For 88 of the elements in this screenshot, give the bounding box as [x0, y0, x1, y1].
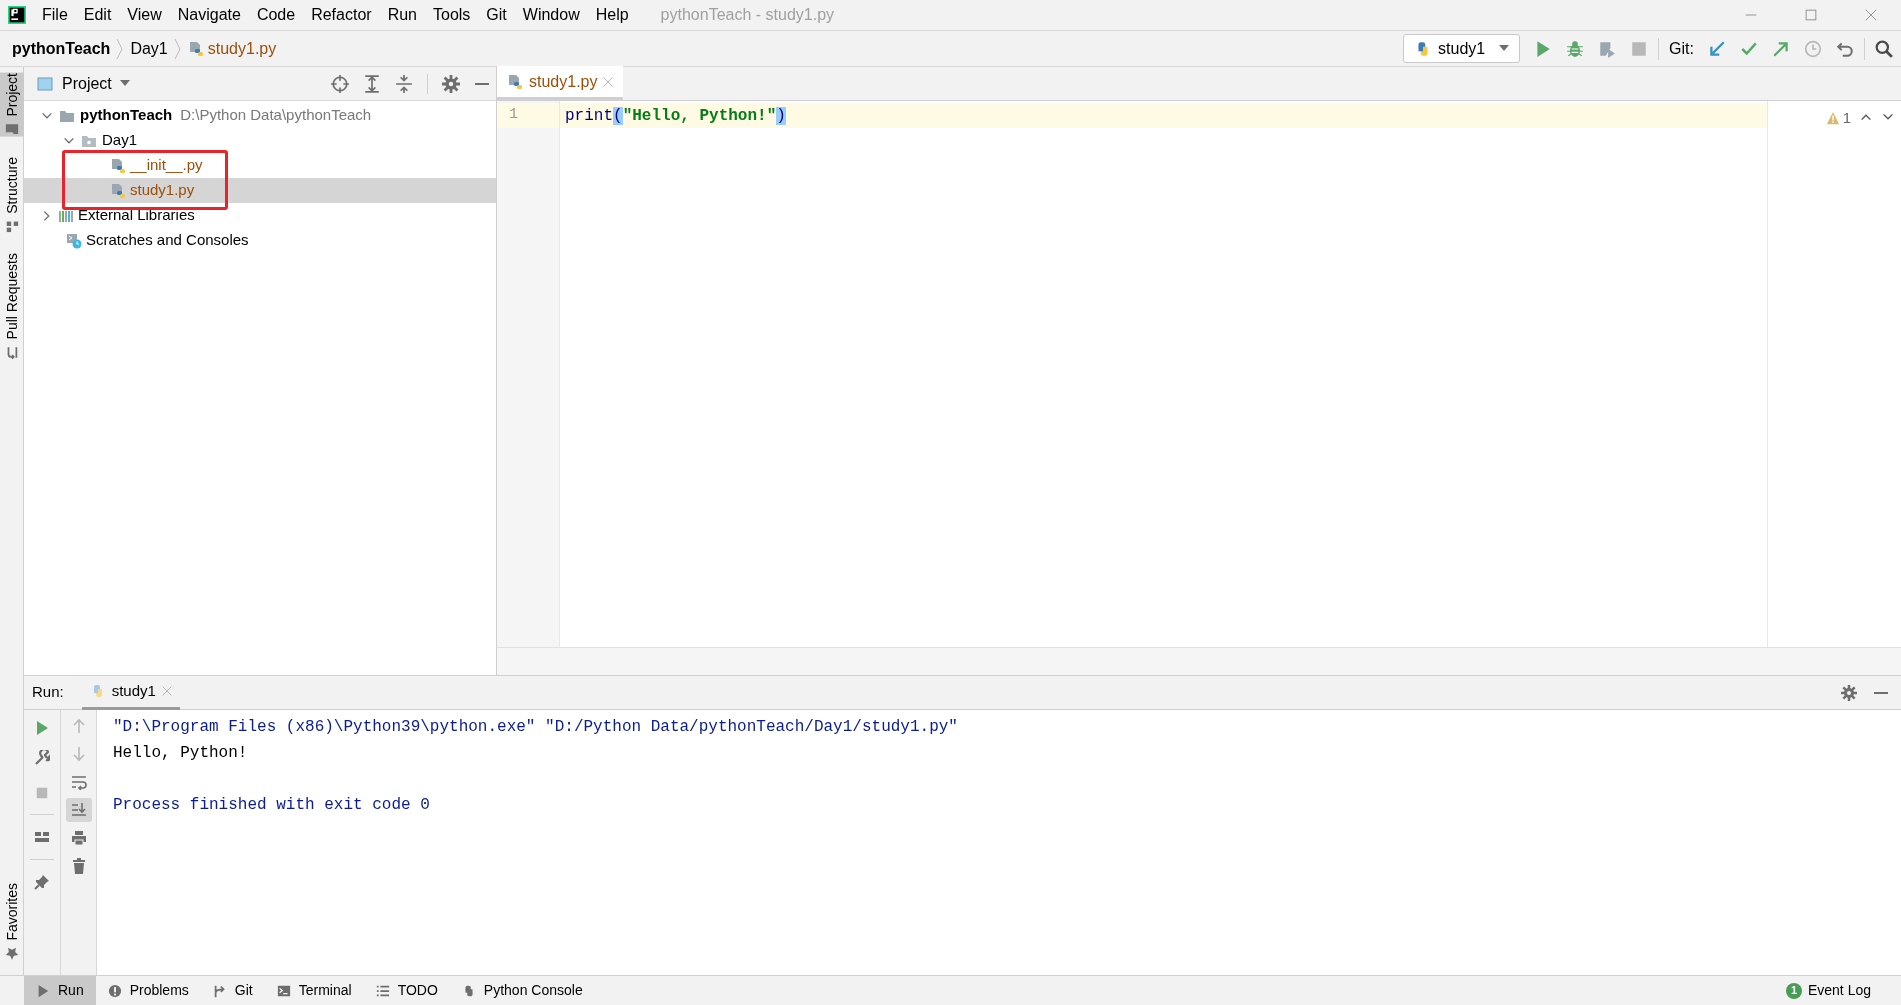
collapse-all-icon[interactable] — [395, 74, 413, 93]
scroll-to-end-icon — [70, 802, 87, 818]
event-log-button[interactable]: 1 Event Log — [1785, 980, 1871, 1001]
tree-row[interactable]: __init__.py — [24, 153, 496, 178]
tool-window-tab[interactable]: Terminal — [264, 975, 364, 1005]
play-icon — [36, 983, 50, 998]
git-label: Git: — [1669, 38, 1694, 59]
menu-item[interactable]: Help — [587, 3, 637, 27]
tool-window-tab[interactable]: Problems — [95, 975, 201, 1005]
settings-icon[interactable] — [442, 74, 460, 93]
close-icon — [1865, 9, 1877, 21]
menu-item[interactable]: Code — [248, 3, 304, 27]
project-path: D:\Python Data\pythonTeach — [180, 105, 372, 126]
tree-row[interactable]: Scratches and Consoles — [24, 228, 496, 253]
warning-count[interactable]: 1 — [1825, 107, 1851, 130]
menu-item[interactable]: Run — [379, 3, 425, 27]
python-file-icon — [187, 40, 204, 57]
menu-item[interactable]: Edit — [75, 3, 120, 27]
warning-icon — [1825, 111, 1840, 126]
editor-tab[interactable]: study1.py — [497, 66, 624, 100]
tree-row[interactable]: Day1 — [24, 128, 496, 153]
console-line: "D:\Program Files (x86)\Python39\python.exe" "D:/Python Data/pythonTeach/Day1/study1.py" — [113, 717, 958, 738]
exclamation-icon — [107, 983, 122, 998]
list-icon — [375, 983, 390, 998]
maximize-icon — [1805, 9, 1817, 21]
structure-icon — [5, 219, 19, 234]
tool-window-tab[interactable]: Pull Requests — [0, 253, 24, 360]
caret-icon — [1499, 44, 1510, 53]
scratches-icon — [66, 232, 82, 249]
project-view-dropdown[interactable]: Project — [36, 71, 130, 96]
tree-row[interactable]: pythonTeach D:\Python Data\pythonTeach — [24, 103, 496, 128]
arrow-down-left-icon[interactable] — [1708, 39, 1726, 58]
close-icon — [161, 686, 172, 696]
terminal-icon — [276, 983, 291, 998]
menu-item[interactable]: Refactor — [303, 3, 380, 27]
run-icon[interactable] — [34, 720, 50, 736]
menu-item[interactable]: View — [119, 3, 170, 27]
python-file-icon — [507, 73, 523, 90]
panel-icon — [36, 75, 54, 92]
soft-wrap-icon[interactable] — [69, 774, 88, 790]
tool-window-tab[interactable]: TODO — [363, 975, 450, 1005]
menu-item[interactable]: File — [34, 3, 76, 27]
breadcrumb-item[interactable]: Day1 — [130, 36, 168, 61]
close-icon — [603, 76, 614, 87]
pull-request-icon — [5, 345, 19, 360]
breadcrumb-item[interactable]: study1.py — [187, 36, 277, 61]
code-line: print("Hello, Python!") — [565, 105, 786, 127]
search-icon[interactable] — [1875, 39, 1893, 58]
tree-row[interactable]: study1.py — [24, 178, 496, 203]
line-number: 1 — [509, 105, 518, 126]
bug-icon[interactable] — [1566, 39, 1585, 58]
menu-item[interactable]: Navigate — [169, 3, 249, 27]
tool-window-tab[interactable]: Favorites — [0, 883, 24, 961]
tool-window-tab[interactable]: Project — [0, 73, 24, 137]
expand-all-icon[interactable] — [363, 74, 381, 93]
scroll-to-end-button[interactable] — [65, 798, 92, 822]
run-label: Run: — [32, 682, 64, 703]
crosshair-icon[interactable] — [331, 74, 349, 93]
layout-icon[interactable] — [34, 829, 50, 845]
tool-window-tab[interactable]: Run — [24, 975, 96, 1005]
star-icon — [5, 947, 19, 961]
breadcrumb-item[interactable]: pythonTeach — [12, 36, 111, 61]
arrow-up-right-icon[interactable] — [1772, 39, 1790, 58]
printer-icon[interactable] — [70, 830, 87, 846]
menu-item[interactable]: Tools — [425, 3, 479, 27]
chevron-icon — [173, 37, 182, 60]
folder-icon — [5, 122, 19, 137]
menu-item[interactable]: Git — [478, 3, 515, 27]
window-title: pythonTeach - study1.py — [660, 5, 835, 25]
tool-window-tab[interactable]: Git — [200, 975, 265, 1005]
python-file-icon — [110, 182, 126, 199]
tree-row[interactable]: External Libraries — [24, 203, 496, 228]
settings-icon[interactable] — [1841, 684, 1857, 701]
menu-item[interactable]: Window — [514, 3, 588, 27]
chevron-icon — [116, 37, 125, 60]
console-line: Hello, Python! — [113, 743, 248, 764]
pin-icon[interactable] — [34, 874, 50, 890]
trash-icon[interactable] — [70, 858, 87, 874]
coverage-icon[interactable] — [1598, 39, 1617, 58]
run-config-dropdown[interactable]: study1 — [1403, 34, 1521, 63]
tool-window-tab[interactable]: Python Console — [449, 975, 595, 1005]
caret-icon — [119, 79, 130, 88]
branch-icon — [212, 983, 227, 998]
app-logo-icon — [8, 6, 26, 24]
python-file-icon — [110, 157, 126, 174]
notification-badge: 1 — [1785, 982, 1802, 999]
console-line: Process finished with exit code 0 — [113, 795, 430, 816]
tool-window-tab[interactable]: Structure — [0, 156, 24, 234]
